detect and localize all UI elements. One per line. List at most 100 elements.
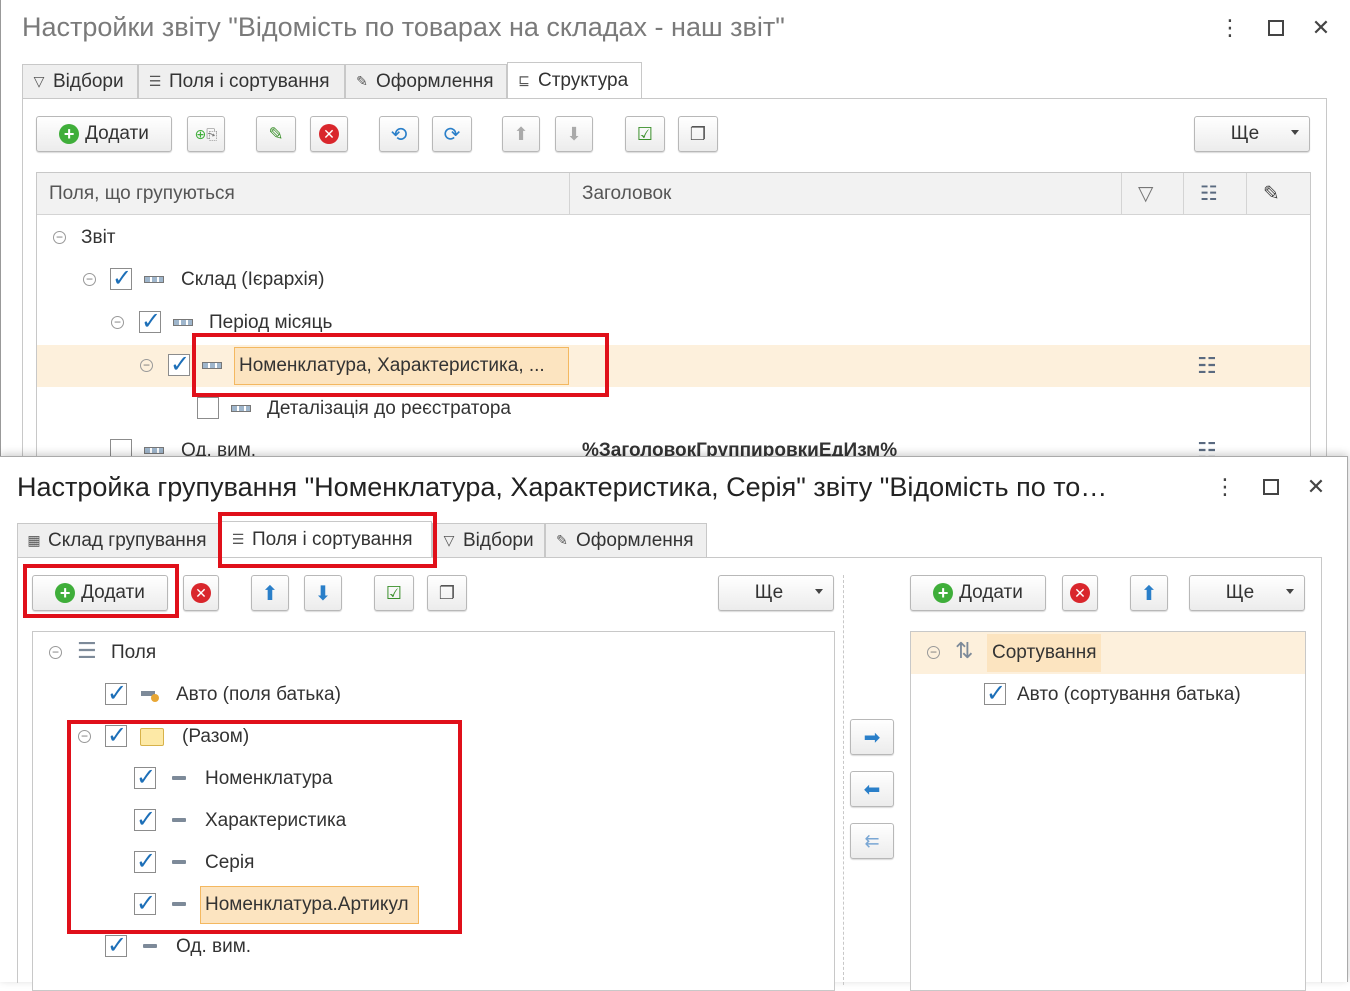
brush-icon: ✎ [1263,183,1280,205]
plus-icon: + [59,124,80,144]
check-all-button[interactable]: ☑ [374,575,414,611]
tree-row-detail[interactable]: Деталізація до реєстратора [37,388,1310,430]
double-arrow-left-icon: ⇇ [864,830,880,851]
fields-root-row[interactable]: − ☰ Поля [33,632,834,674]
collapse-icon[interactable]: − [78,730,91,743]
move-from-sorting-button[interactable]: ⬅ [850,771,894,807]
add-sorting-button[interactable]: + Додати [910,575,1046,611]
move-to-sorting-button[interactable]: ➡ [850,719,894,755]
check-all-button[interactable]: ☑ [625,116,665,152]
arrow-right-icon: ➡ [863,726,881,749]
tab-grouping-composition[interactable]: ▦ Склад групування [17,523,221,557]
window-left-edge [0,0,1,460]
tab-filters[interactable]: ▽ Відбори [22,64,138,98]
more-actions-icon[interactable]: ⋮ [1216,14,1244,42]
collapse-icon[interactable]: − [111,316,124,329]
collapse-icon[interactable]: − [83,273,96,286]
sorting-move-up-button[interactable]: ⬆ [1130,575,1168,611]
column-appearance[interactable]: ✎ [1247,173,1310,215]
field-row-unit[interactable]: Од. вим. [33,926,834,968]
delete-sorting-button[interactable]: ✕ [1062,575,1098,611]
tab-appearance[interactable]: ✎ Оформлення [345,64,507,98]
checkbox[interactable] [197,397,219,419]
field-row-together[interactable]: − (Разом) [33,716,834,758]
checkbox[interactable] [134,763,156,792]
checkbox[interactable] [134,889,156,918]
move-up-button[interactable]: ⬆ [502,116,540,152]
sorting-more-button[interactable]: Ще [1189,575,1305,611]
tree-label-selected[interactable]: Сортування [987,634,1101,672]
tree-label-selected[interactable]: Номенклатура, Характеристика, ... [234,347,569,385]
checkbox[interactable] [134,805,156,834]
column-filter[interactable]: ▽ [1122,173,1184,215]
close-icon[interactable]: ✕ [1307,14,1335,42]
tree-label-selected[interactable]: Номенклатура.Артикул [200,886,419,924]
move-down-button[interactable]: ⬇ [555,116,593,152]
uncheck-all-icon: ❐ [689,123,707,144]
checkbox[interactable] [110,264,132,293]
sorting-root-row[interactable]: − ⇅ Сортування [911,632,1305,674]
tree-row-warehouse[interactable]: − Склад (Ієрархія) [37,259,1310,301]
tree-row-period[interactable]: − Період місяць [37,302,1310,344]
field-row-auto[interactable]: Авто (поля батька) [33,674,834,716]
close-icon[interactable]: ✕ [1302,473,1330,501]
arrow-down-icon: ⬇ [314,582,332,605]
brush-icon: ✎ [356,73,368,89]
edit-button[interactable]: ✎ [256,116,296,152]
move-all-from-sorting-button[interactable]: ⇇ [850,823,894,859]
add-button[interactable]: + Додати [36,116,172,152]
arrow-left-icon: ⬅ [863,778,881,801]
filter-icon: ▽ [33,73,45,89]
field-icon [172,818,186,822]
plus-icon: + [933,583,954,603]
checkbox[interactable] [134,847,156,876]
field-row-series[interactable]: Серія [33,842,834,884]
collapse-icon[interactable]: − [927,646,940,659]
checkbox[interactable] [984,679,1006,708]
checkbox[interactable] [139,307,161,336]
column-heading[interactable]: Заголовок [570,173,1122,215]
collapse-icon[interactable]: − [53,231,66,244]
field-row-characteristic[interactable]: Характеристика [33,800,834,842]
collapse-icon[interactable]: − [49,646,62,659]
field-row-article[interactable]: Номенклатура.Артикул [33,884,834,926]
column-grouped-fields[interactable]: Поля, що групуються [37,173,570,215]
sync-button[interactable]: ⟳ [432,116,472,152]
sorting-row-auto[interactable]: Авто (сортування батька) [911,674,1305,716]
column-fields[interactable]: ☷ [1184,173,1247,215]
more-actions-icon[interactable]: ⋮ [1211,473,1239,501]
tab-filters[interactable]: ▽ Відбори [432,523,545,557]
uncheck-all-button[interactable]: ❐ [678,116,718,152]
table-icon: ▦ [27,532,41,548]
tab-fields-sorting[interactable]: ☰ Поля і сортування [138,64,345,98]
maximize-icon[interactable] [1257,473,1285,501]
tree-label: Характеристика [205,810,347,831]
grouping-icon [173,319,193,326]
arrow-up-icon: ⬆ [513,123,529,144]
tab-structure[interactable]: ⊑ Структура [507,62,642,98]
checkbox[interactable] [105,931,127,960]
checkbox[interactable] [105,679,127,708]
field-row-nomenclature[interactable]: Номенклатура [33,758,834,800]
move-down-button[interactable]: ⬇ [304,575,342,611]
grouping-icon [231,405,251,412]
add-field-button[interactable]: + Додати [32,575,168,611]
tab-fields-sorting[interactable]: ☰ Поля і сортування [221,521,432,557]
tab-appearance[interactable]: ✎ Оформлення [545,523,707,557]
move-up-button[interactable]: ⬆ [251,575,289,611]
uncheck-all-button[interactable]: ❐ [427,575,467,611]
window-title: Настройка групування "Номенклатура, Хара… [17,472,1108,502]
checkbox[interactable] [168,350,190,379]
delete-button[interactable]: ✕ [310,116,348,152]
more-button[interactable]: Ще [1194,116,1310,152]
tree-row-nomenclature[interactable]: − Номенклатура, Характеристика, ... ☷ [37,345,1310,387]
refresh-button[interactable]: ⟲ [379,116,419,152]
folder-icon [140,728,164,746]
collapse-icon[interactable]: − [140,359,153,372]
checkbox[interactable] [105,721,127,750]
tree-row-report[interactable]: − Звіт [37,217,1310,259]
more-button[interactable]: Ще [718,575,834,611]
add-group-button[interactable]: ⊕⎘ [187,116,225,152]
delete-field-button[interactable]: ✕ [183,575,219,611]
maximize-icon[interactable] [1262,14,1290,42]
